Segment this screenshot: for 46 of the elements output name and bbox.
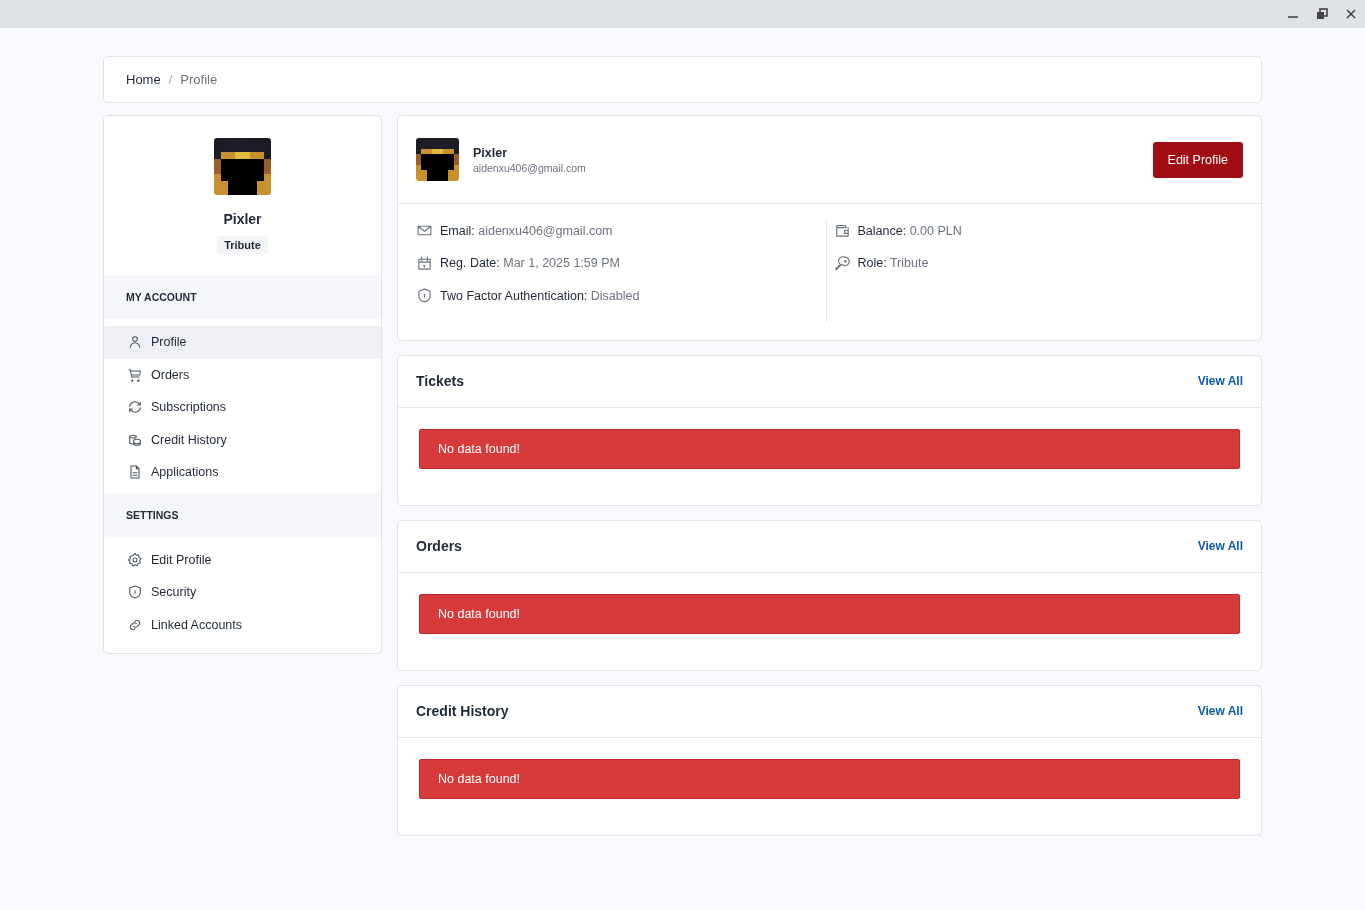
- detail-text: Balance: 0.00 PLN: [857, 223, 962, 238]
- section-title: Tickets: [416, 373, 464, 389]
- shield-icon: [416, 287, 433, 305]
- sidebar-item[interactable]: Profile: [104, 326, 381, 359]
- breadcrumb-link[interactable]: Profile: [180, 72, 218, 87]
- sidebar-item[interactable]: Applications: [104, 456, 381, 489]
- key-icon: [833, 254, 851, 272]
- refresh-icon: [127, 399, 143, 416]
- cart-icon: [127, 366, 143, 383]
- sidebar-item[interactable]: Orders: [104, 358, 381, 391]
- user-email: aidenxu406@gmail.com: [473, 161, 587, 174]
- sidebar-item[interactable]: Edit Profile: [104, 543, 381, 576]
- user-name: Pixler: [473, 145, 509, 160]
- section-title: Credit History: [416, 703, 509, 719]
- section-title: Orders: [416, 538, 462, 554]
- no-data-alert: No data found!: [419, 758, 1240, 799]
- user-icon: [127, 334, 143, 351]
- role-badge: Tribute: [217, 236, 268, 254]
- close-icon[interactable]: [1345, 8, 1357, 20]
- sidebar-item[interactable]: Linked Accounts: [104, 608, 381, 641]
- shield-icon: [127, 584, 143, 601]
- sidebar-item[interactable]: Security: [104, 576, 381, 609]
- edit-profile-button[interactable]: Edit Profile: [1152, 141, 1243, 178]
- sidebar-item[interactable]: Subscriptions: [104, 391, 381, 424]
- section-heading: MY ACCOUNT: [104, 275, 381, 319]
- pixel-avatar-drawing: [214, 138, 271, 195]
- detail-text: Reg. Date: Mar 1, 2025 1:59 PM: [440, 256, 620, 271]
- pixel-avatar-drawing: [416, 138, 459, 181]
- sidebar-item[interactable]: Credit History: [104, 423, 381, 456]
- detail-text: Two Factor Authentication: Disabled: [440, 288, 640, 303]
- calendar-icon: [416, 254, 433, 272]
- wallet-icon: [833, 222, 851, 240]
- view-all-link[interactable]: View All: [1197, 374, 1243, 388]
- view-all-link[interactable]: View All: [1197, 704, 1243, 718]
- document-icon: [127, 464, 143, 481]
- no-data-alert: No data found!: [419, 593, 1240, 634]
- restore-icon[interactable]: [1316, 8, 1328, 20]
- breadcrumb-separator: /: [168, 72, 173, 87]
- view-all-link[interactable]: View All: [1197, 539, 1243, 553]
- gear-icon: [127, 551, 143, 568]
- section-heading: SETTINGS: [104, 492, 381, 537]
- breadcrumb-link[interactable]: Home: [126, 72, 161, 87]
- no-data-alert: No data found!: [419, 428, 1240, 469]
- detail-text: Email: aidenxu406@gmail.com: [440, 223, 613, 238]
- user-name: Pixler: [223, 211, 262, 227]
- detail-text: Role: Tribute: [857, 256, 929, 271]
